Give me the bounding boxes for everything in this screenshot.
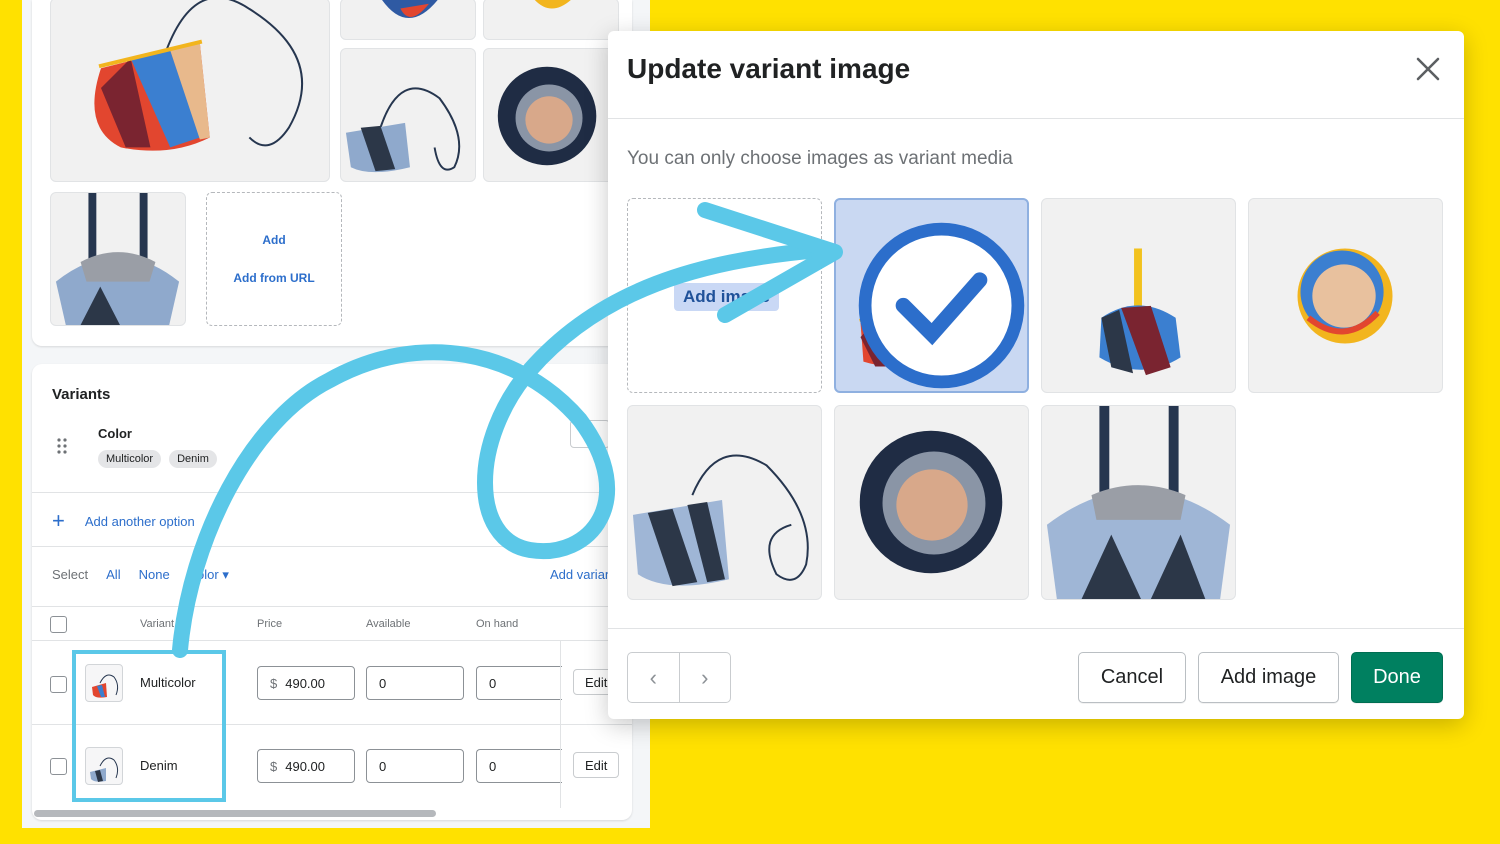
column-variant: Variant	[140, 618, 175, 630]
select-none-link[interactable]: None	[139, 567, 170, 583]
add-variant-link[interactable]: Add variant	[550, 567, 616, 582]
option-name: Color	[98, 426, 132, 441]
available-input[interactable]: 0	[366, 749, 464, 783]
media-thumb-denim-strap[interactable]	[50, 192, 186, 326]
divider	[608, 118, 1464, 119]
plus-icon: +	[52, 508, 65, 533]
row-edit-button[interactable]: Edit	[573, 752, 620, 778]
price-value: 490.00	[285, 676, 325, 691]
chevron-right-icon[interactable]: ›	[680, 653, 731, 702]
on-hand-input[interactable]: 0	[476, 666, 562, 700]
divider	[608, 628, 1464, 629]
pagination: ‹ ›	[627, 652, 731, 703]
drag-handle-icon[interactable]	[56, 438, 68, 454]
media-thumb-denim-top[interactable]	[483, 48, 619, 182]
image-tile-denim-top[interactable]	[834, 405, 1029, 600]
available-value: 0	[379, 676, 387, 691]
close-icon[interactable]	[1412, 53, 1444, 85]
column-on-hand: On hand	[476, 618, 519, 630]
available-value: 0	[379, 759, 387, 774]
variant-image-highlight	[72, 650, 226, 802]
divider	[32, 492, 632, 493]
media-thumb-denim-side[interactable]	[340, 48, 476, 182]
option-edit-button[interactable]	[570, 420, 610, 448]
row-checkbox[interactable]	[50, 758, 67, 775]
add-image-dropzone[interactable]: Add image	[627, 198, 822, 393]
media-card: Add Add from URL	[32, 0, 632, 346]
update-variant-image-modal: Update variant image You can only choose…	[608, 31, 1464, 719]
divider	[32, 640, 632, 641]
image-tile-top-view[interactable]	[1248, 198, 1443, 393]
select-label: Select	[52, 567, 89, 582]
modal-subtitle: You can only choose images as variant me…	[627, 148, 1013, 169]
option-value-pill: Multicolor	[98, 450, 162, 468]
select-color-label: Color	[187, 567, 219, 582]
currency-symbol: $	[270, 759, 278, 774]
image-tile-handle-up[interactable]	[1041, 198, 1236, 393]
select-row: Select All None Color ▾	[52, 567, 229, 583]
column-divider	[560, 640, 561, 808]
media-add-dropzone[interactable]: Add Add from URL	[206, 192, 342, 326]
image-tile-denim-side[interactable]	[627, 405, 822, 600]
column-available: Available	[366, 618, 411, 630]
done-button[interactable]: Done	[1351, 652, 1443, 703]
option-values: Multicolor Denim	[98, 450, 217, 468]
add-option-button[interactable]: + Add another option	[52, 510, 195, 532]
select-all-checkbox[interactable]	[50, 616, 67, 633]
price-input[interactable]: $490.00	[257, 666, 355, 700]
media-thumb-top-1[interactable]	[340, 0, 476, 40]
currency-symbol: $	[270, 676, 278, 691]
chevron-left-icon[interactable]: ‹	[628, 653, 680, 702]
price-value: 490.00	[285, 759, 325, 774]
media-add-from-url-link[interactable]: Add from URL	[233, 271, 314, 285]
row-checkbox[interactable]	[50, 676, 67, 693]
on-hand-value: 0	[489, 759, 497, 774]
cancel-button[interactable]: Cancel	[1078, 652, 1186, 703]
available-input[interactable]: 0	[366, 666, 464, 700]
media-thumb-multicolor[interactable]	[50, 0, 330, 182]
horizontal-scrollbar[interactable]	[34, 810, 436, 817]
image-tile-multicolor[interactable]	[834, 198, 1029, 393]
add-image-button[interactable]: Add image	[1198, 652, 1339, 703]
on-hand-value: 0	[489, 676, 497, 691]
price-input[interactable]: $490.00	[257, 749, 355, 783]
add-image-tile-button[interactable]: Add image	[674, 283, 779, 311]
divider	[32, 546, 632, 547]
column-price: Price	[257, 618, 283, 630]
option-value-pill: Denim	[169, 450, 217, 468]
modal-title: Update variant image	[627, 53, 911, 84]
variants-title: Variants	[52, 386, 111, 403]
on-hand-input[interactable]: 0	[476, 749, 562, 783]
select-all-link[interactable]: All	[106, 567, 120, 583]
add-option-label: Add another option	[84, 513, 195, 529]
select-color-dropdown[interactable]: Color ▾	[188, 567, 229, 583]
media-add-link[interactable]: Add	[262, 233, 285, 247]
divider	[32, 606, 632, 607]
media-thumb-top-2[interactable]	[483, 0, 619, 40]
image-tile-denim-strap[interactable]	[1041, 405, 1236, 600]
selected-check-icon	[858, 222, 1025, 389]
